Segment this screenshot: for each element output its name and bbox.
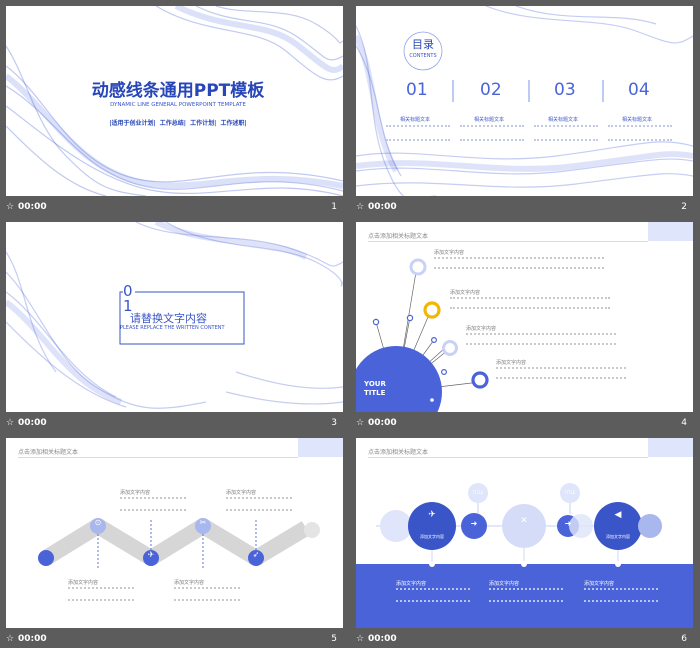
entry-4[interactable]: 添加文字内容: [174, 580, 240, 601]
entry-3[interactable]: 添加文字内容: [466, 326, 616, 345]
rocket-icon: ➶: [252, 550, 260, 559]
megaphone-icon: ◀: [614, 510, 622, 520]
slide-timing: 00:00: [368, 418, 397, 428]
entry-placeholder: [68, 587, 134, 601]
toc-item-4[interactable]: 04 相关标题文本: [608, 80, 674, 141]
slide-5[interactable]: 点击添加相关标题文本 ✈ ➶ ⊙ ✂ 添加文字内容 添加文字内容 添加文字内容 …: [6, 438, 343, 628]
star-icon[interactable]: ☆: [356, 634, 364, 644]
slide-number: 6: [681, 634, 687, 644]
slide-footer-5: ☆ 00:00 5: [6, 634, 343, 648]
toc-item-2[interactable]: 02 相关标题文本: [460, 80, 526, 141]
slide-number: 5: [331, 634, 337, 644]
slide-title: 动感线条通用PPT模板: [91, 81, 265, 101]
entry-placeholder: [174, 587, 240, 601]
entry-placeholder: [496, 367, 626, 379]
entry-placeholder: [466, 333, 616, 345]
toc-item-number: 01: [406, 80, 428, 100]
your-title-badge: [356, 346, 442, 412]
slide-timing: 00:00: [18, 418, 47, 428]
slide-footer-6: ☆ 00:00 6: [356, 634, 693, 648]
toc-item-label: 相关标题文本: [400, 117, 431, 123]
toc-item-1[interactable]: 01 相关标题文本: [386, 80, 452, 141]
entry-placeholder: [450, 297, 610, 309]
slide-footer-3: ☆ 00:00 3: [6, 418, 343, 432]
slide-number: 4: [681, 418, 687, 428]
slide-6[interactable]: 点击添加相关标题文本 ✈ ➜ ✕ ➜ ◀ TITLE TITLE 添加文字内容 …: [356, 438, 693, 628]
slide-timing: 00:00: [368, 634, 397, 644]
slide-timing: 00:00: [368, 202, 397, 212]
entry-2[interactable]: 添加文字内容: [489, 580, 563, 602]
entry-1[interactable]: 添加文字内容: [396, 580, 470, 602]
plane-icon: ✈: [147, 550, 155, 559]
entry-3[interactable]: 添加文字内容: [584, 580, 658, 602]
bubble-label: 添加文字内容: [420, 534, 444, 539]
star-icon[interactable]: ☆: [6, 418, 14, 428]
star-icon[interactable]: ☆: [356, 202, 364, 212]
toc-item-label: 相关标题文本: [548, 117, 579, 123]
arrow-icon: ➜: [564, 519, 572, 528]
entry-1[interactable]: 添加文字内容: [120, 490, 186, 511]
entry-placeholder: [584, 588, 658, 602]
entry-2[interactable]: 添加文字内容: [226, 490, 292, 511]
slide-timing: 00:00: [18, 202, 47, 212]
bubble-label: 添加文字内容: [606, 534, 630, 539]
toc-item-placeholder: [534, 125, 598, 141]
section-subtitle: PLEASE REPLACE THE WRITTEN CONTENT: [120, 325, 225, 331]
toc-item-placeholder: [386, 125, 450, 141]
entry-placeholder: [489, 588, 563, 602]
entry-2[interactable]: 添加文字内容: [450, 290, 610, 309]
badge-label: YOUR TITLE: [364, 380, 386, 397]
slide-tags: |适用于创业计划| 工作总结| 工作计划| 工作述职|: [109, 120, 247, 127]
section-title: 请替换文字内容: [130, 312, 207, 325]
slide-footer-4: ☆ 00:00 4: [356, 418, 693, 432]
toc-title: 目录: [412, 38, 434, 51]
star-icon[interactable]: ☆: [6, 634, 14, 644]
toc-subtitle: CONTENTS: [409, 53, 437, 59]
slide-footer-2: ☆ 00:00 2: [356, 202, 693, 216]
entry-placeholder: [226, 497, 292, 511]
slide-timing: 00:00: [18, 634, 47, 644]
slide-subtitle: DYNAMIC LINE GENERAL POWERPOINT TEMPLATE: [110, 102, 246, 108]
entry-placeholder: [396, 588, 470, 602]
toc-item-label: 相关标题文本: [622, 117, 653, 123]
small-bubble-title: TITLE: [472, 490, 484, 495]
rocket-icon: ✈: [428, 510, 436, 520]
toc-item-number: 02: [480, 80, 502, 100]
slide-footer-1: ☆ 00:00 1: [6, 202, 343, 216]
location-icon: ⊙: [94, 518, 102, 527]
star-icon[interactable]: ☆: [356, 418, 364, 428]
slide-1[interactable]: 动感线条通用PPT模板 DYNAMIC LINE GENERAL POWERPO…: [6, 6, 343, 196]
slide-2[interactable]: 目录 CONTENTS 01 相关标题文本 02 相关标题文本 03 相关标题文…: [356, 6, 693, 196]
toc-item-placeholder: [460, 125, 524, 141]
slide-3[interactable]: 01 请替换文字内容 PLEASE REPLACE THE WRITTEN CO…: [6, 222, 343, 412]
slide-4[interactable]: 点击添加相关标题文本 YOUR TITLE 添加文字内容 添加文字内容 添加文字…: [356, 222, 693, 412]
slide-number: 3: [331, 418, 337, 428]
entry-1[interactable]: 添加文字内容: [434, 250, 604, 269]
entry-placeholder: [434, 257, 604, 269]
toc-item-label: 相关标题文本: [474, 117, 505, 123]
star-icon[interactable]: ☆: [6, 202, 14, 212]
small-bubble-title: TITLE: [564, 490, 576, 495]
toc-item-number: 04: [628, 80, 650, 100]
entry-placeholder: [120, 497, 186, 511]
wave-lines-decoration: [6, 6, 343, 196]
slide-number: 1: [331, 202, 337, 212]
arrow-icon: ➜: [470, 519, 478, 528]
tools-icon: ✂: [199, 518, 207, 527]
tools-icon: ✕: [520, 516, 528, 526]
entry-4[interactable]: 添加文字内容: [496, 360, 626, 379]
entry-3[interactable]: 添加文字内容: [68, 580, 134, 601]
slide-number: 2: [681, 202, 687, 212]
toc-item-number: 03: [554, 80, 576, 100]
toc-item-placeholder: [608, 125, 672, 141]
toc-item-3[interactable]: 03 相关标题文本: [534, 80, 600, 141]
